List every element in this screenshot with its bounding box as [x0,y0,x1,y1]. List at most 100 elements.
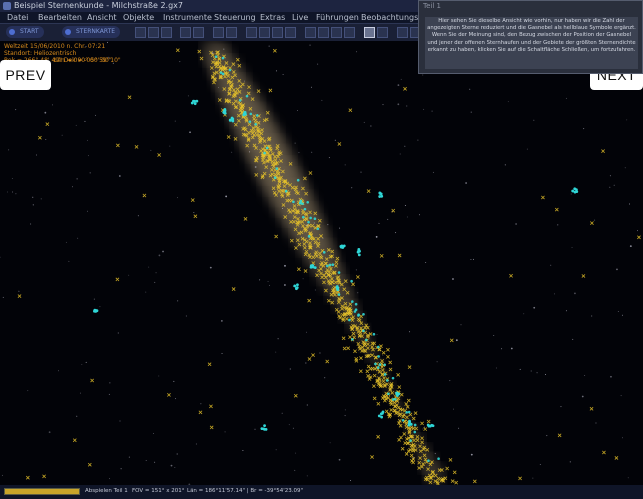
cluster-symbol-163 [384,409,389,414]
nebula-dot-8 [273,176,277,180]
nebula-dot-26 [351,338,354,341]
fullscreen-icon[interactable] [226,27,237,38]
cluster-symbol-548 [402,432,407,436]
cluster-symbol-732 [472,479,477,484]
play-icon[interactable] [344,27,355,38]
nebula-dot-40 [313,217,317,220]
cluster-symbol-9 [307,298,312,303]
nebula-dot-41 [387,392,390,396]
nebula-symbol-1 [222,108,227,115]
tooltip-header: Teil 1 [423,2,441,10]
cluster-symbol-734 [127,95,132,100]
cluster-symbol-707 [226,135,231,139]
cluster-symbol-720 [337,142,342,146]
telescope-icon[interactable] [377,27,388,38]
tour-progress-bar [4,488,80,495]
nebula-dot-45 [337,271,341,274]
nebula-dot-38 [307,220,310,224]
start-tab[interactable]: START [6,26,44,38]
zoom-out-icon[interactable] [318,27,329,38]
window-icon[interactable] [213,27,224,38]
redo-icon[interactable] [193,27,204,38]
cluster-symbol-761 [209,404,213,409]
nebula-symbol-6 [339,244,346,249]
cluster-symbol-751 [142,193,147,198]
menu-bearbeiten[interactable]: Bearbeiten [38,12,82,23]
cluster-symbol-764 [45,122,50,127]
planet-icon[interactable] [259,27,270,38]
cluster-symbol-773 [376,434,381,439]
nebula-dot-25 [292,200,295,204]
menu-datei[interactable]: Datei [7,12,28,23]
menu-ansicht[interactable]: Ansicht [87,12,117,23]
tools-icon[interactable] [272,27,283,38]
cluster-symbol-743 [637,235,641,240]
cluster-symbol-296 [308,171,313,175]
nebula-symbol-0 [190,99,199,106]
cluster-symbol-454 [448,458,453,462]
cluster-symbol-603 [355,275,360,279]
center-icon[interactable] [364,27,375,38]
cluster-symbol-320 [359,356,363,360]
menu-instrumente[interactable]: Instrumente [163,12,212,23]
nebula-dot-19 [437,457,440,461]
cluster-symbol-777 [614,456,619,460]
cluster-symbol-567 [404,452,409,456]
nebula-dot-6 [350,279,353,283]
cluster-symbol-264 [376,401,381,406]
nebula-dot-65 [348,318,351,322]
cluster-symbol-68 [197,49,202,54]
nebula-dot-59 [309,216,312,220]
menu-objekte[interactable]: Objekte [123,12,154,23]
zoom-in-icon[interactable] [305,27,316,38]
cluster-symbol-749 [589,406,594,411]
cluster-symbol-211 [450,479,455,484]
cluster-symbol-766 [554,207,559,212]
undo-icon[interactable] [180,27,191,38]
nebula-dot-35 [401,418,405,422]
prev-button[interactable]: PREV [0,60,51,90]
nebula-dot-63 [303,207,307,211]
nebula-dot-22 [326,264,329,268]
save-icon[interactable] [161,27,172,38]
cluster-symbol-276 [379,344,383,349]
time-readout: Weltzeit 15/06/2010 n. Chr. 07:21 [4,43,106,50]
cluster-symbol-582 [396,372,401,377]
menu-extras[interactable]: Extras [260,12,285,23]
pointer-icon[interactable] [285,27,296,38]
cluster-symbol-609 [348,335,352,339]
cluster-symbol-767 [90,378,95,383]
nebula-symbol-9 [93,308,99,313]
nebula-symbol-10 [260,424,268,431]
menu-steuerung[interactable]: Steuerung [214,12,256,23]
starmap-tab[interactable]: STERNKARTE [62,26,121,38]
arrow-icon[interactable] [331,27,342,38]
cluster-symbol-760 [193,214,198,219]
cluster-symbol-762 [358,369,363,374]
nebula-dot-68 [376,345,380,349]
grid-icon[interactable] [246,27,257,38]
nebula-dot-43 [221,56,225,60]
open-icon[interactable] [148,27,159,38]
star-map[interactable] [0,41,643,485]
cluster-symbol-775 [87,462,92,467]
new-icon[interactable] [135,27,146,38]
fov-readout: FOV = 151° x 201° [132,488,185,494]
cluster-symbol-744 [370,455,374,459]
nebula-dot-54 [245,94,249,98]
menu-fuehrungen[interactable]: Führungen [316,12,359,23]
nebula-dot-50 [391,376,395,380]
sky-view[interactable]: Weltzeit 15/06/2010 n. Chr. 07:21 Stando… [0,41,643,485]
nebula-dot-15 [263,151,266,155]
nebula-symbol-7 [356,248,361,257]
nebula-dot-18 [376,366,380,369]
cluster-symbol-255 [388,367,393,372]
globe-icon [9,29,15,35]
window-title: Beispiel Sternenkunde - Milchstraße 2.gx… [14,1,183,10]
cluster-symbol-723 [541,195,545,200]
pen-icon[interactable] [397,27,408,38]
menu-live[interactable]: Live [292,12,308,23]
cluster-symbol-724 [311,353,315,357]
nebula-dot-2 [307,235,311,238]
cluster-symbol-768 [307,357,312,361]
